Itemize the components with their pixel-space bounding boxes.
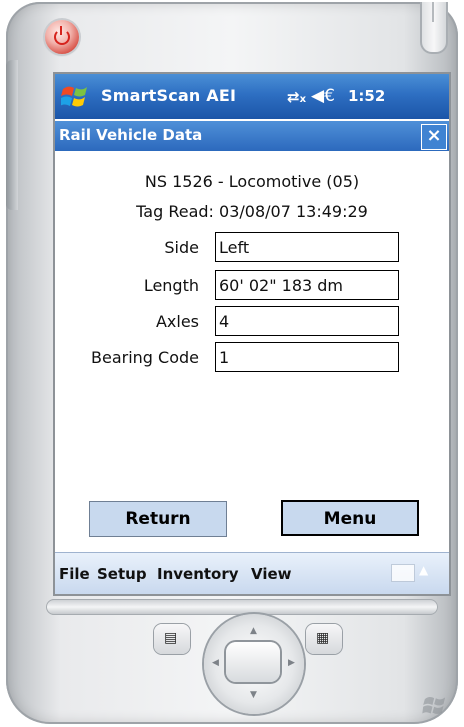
windows-logo-icon xyxy=(422,697,446,714)
calendar-icon: ▦ xyxy=(316,630,330,646)
power-icon xyxy=(54,26,70,45)
vehicle-data-panel: NS 1526 - Locomotive (05) Tag Read: 03/0… xyxy=(55,152,449,560)
bearing-code-label: Bearing Code xyxy=(91,348,199,367)
length-label: Length xyxy=(143,276,199,295)
dpad-right-icon[interactable]: ▶ xyxy=(288,658,295,668)
menu-bar: File Setup Inventory View ▲ xyxy=(55,552,449,594)
form-title: Rail Vehicle Data xyxy=(59,126,203,144)
axles-field[interactable]: 4 xyxy=(215,306,399,336)
return-button[interactable]: Return xyxy=(89,501,227,537)
keyboard-icon[interactable] xyxy=(391,564,415,582)
dpad-left-icon[interactable]: ◀ xyxy=(212,658,219,668)
directional-pad[interactable]: ▲ ▼ ◀ ▶ xyxy=(204,614,304,714)
app-title: SmartScan AEI xyxy=(101,86,237,105)
dpad-center-button[interactable] xyxy=(226,642,280,682)
contacts-icon: ▤ xyxy=(164,630,178,646)
axles-label: Axles xyxy=(155,312,199,331)
tag-read-line: Tag Read: 03/08/07 13:49:29 xyxy=(136,202,368,221)
status-bar: SmartScan AEI ⇄x ◀€ 1:52 xyxy=(55,74,449,119)
connectivity-icon[interactable]: ⇄x xyxy=(287,88,306,106)
dpad-down-icon[interactable]: ▼ xyxy=(250,690,257,700)
left-softkey-button[interactable]: ▤ xyxy=(154,624,190,654)
menu-file[interactable]: File xyxy=(59,565,90,583)
screen: SmartScan AEI ⇄x ◀€ 1:52 Rail Vehicle Da… xyxy=(53,72,451,596)
menu-button[interactable]: Menu xyxy=(281,500,419,536)
vehicle-header: NS 1526 - Locomotive (05) xyxy=(144,172,360,191)
power-button[interactable] xyxy=(45,20,79,54)
menu-view[interactable]: View xyxy=(251,565,292,583)
close-button[interactable]: × xyxy=(421,124,447,150)
menu-inventory[interactable]: Inventory xyxy=(157,565,239,583)
dpad-up-icon[interactable]: ▲ xyxy=(250,626,257,636)
bearing-code-field[interactable]: 1 xyxy=(215,342,399,372)
form-title-bar: Rail Vehicle Data × xyxy=(55,121,449,151)
menu-setup[interactable]: Setup xyxy=(97,565,147,583)
windows-start-icon[interactable] xyxy=(61,83,89,109)
side-button[interactable] xyxy=(6,60,18,210)
side-label: Side xyxy=(164,238,199,257)
volume-icon[interactable]: ◀€ xyxy=(311,86,335,106)
pda-device: SmartScan AEI ⇄x ◀€ 1:52 Rail Vehicle Da… xyxy=(6,2,458,724)
bezel-bar xyxy=(46,599,438,615)
right-softkey-button[interactable]: ▦ xyxy=(306,624,342,654)
side-field[interactable]: Left xyxy=(215,232,399,262)
length-field[interactable]: 60' 02" 183 dm xyxy=(215,270,399,300)
clock[interactable]: 1:52 xyxy=(348,87,385,105)
input-arrow-icon[interactable]: ▲ xyxy=(419,563,428,577)
stylus-slot xyxy=(420,2,448,54)
